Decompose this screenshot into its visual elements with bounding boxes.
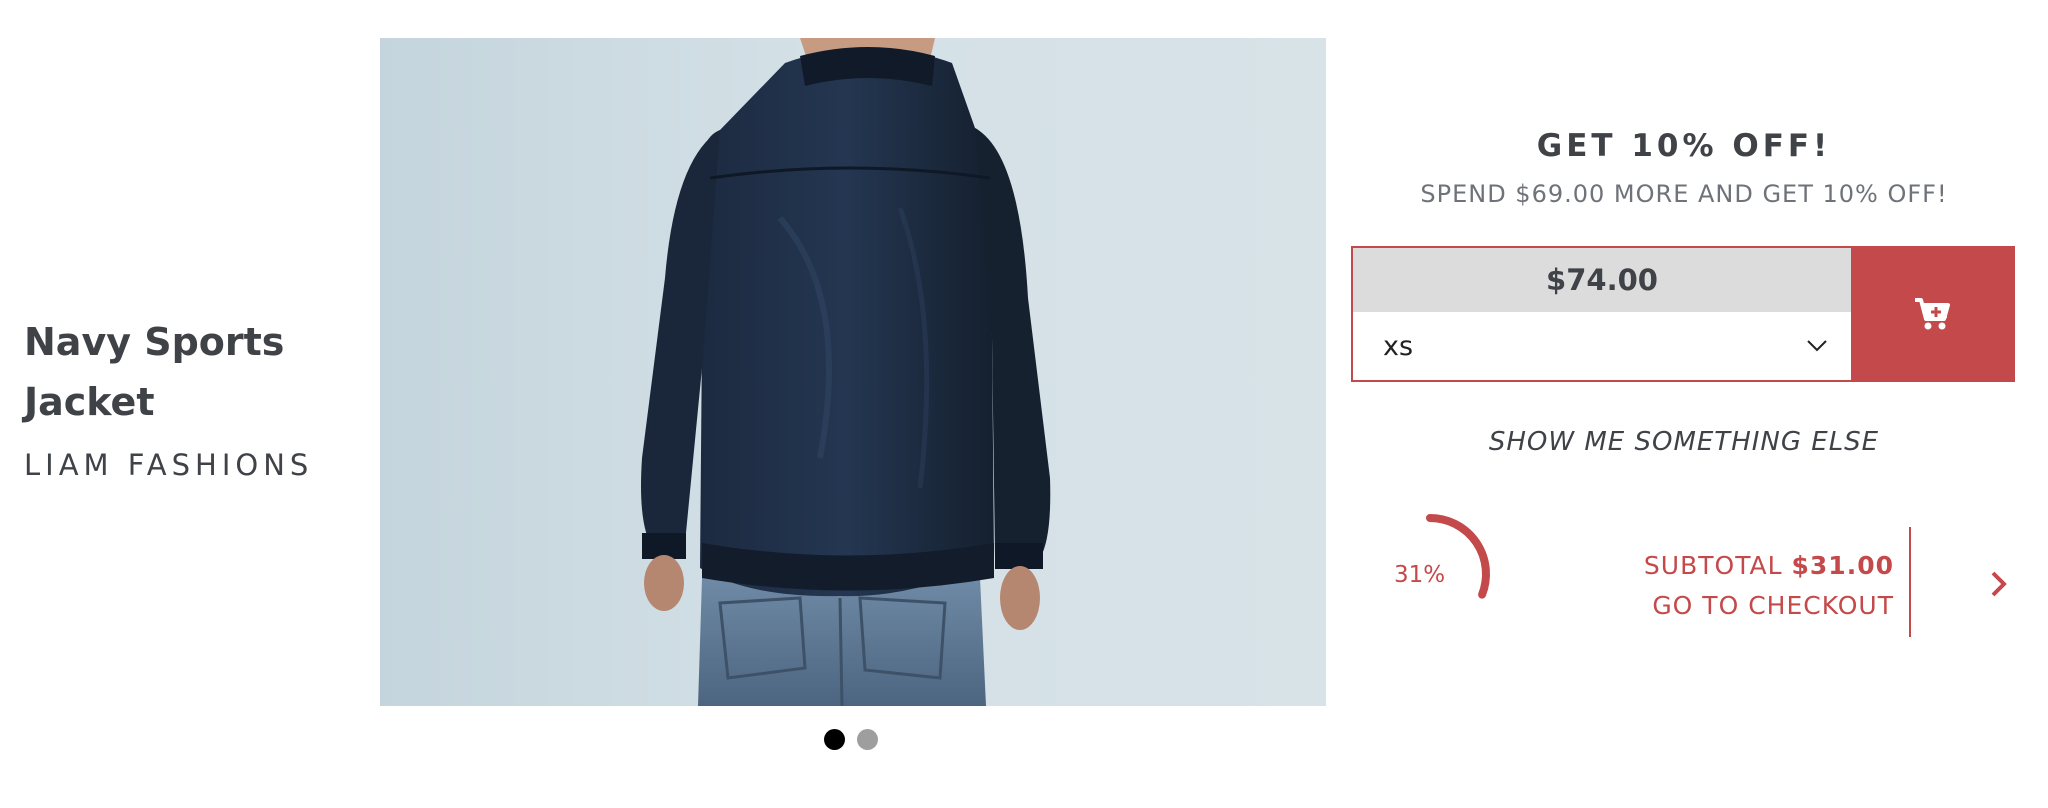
promo-subheading: SPEND $69.00 MORE AND GET 10% OFF! <box>1420 180 1948 208</box>
show-something-else-link[interactable]: SHOW ME SOMETHING ELSE <box>1352 427 2016 457</box>
product-photo <box>641 38 1051 706</box>
subtotal-amount: $31.00 <box>1791 551 1894 580</box>
size-select-value: xs <box>1383 330 1414 362</box>
subtotal-line: SUBTOTAL $31.00 <box>1644 546 1894 586</box>
carousel-dot-2[interactable] <box>857 729 878 750</box>
product-brand: LIAM FASHIONS <box>24 448 314 482</box>
go-to-checkout-link[interactable]: GO TO CHECKOUT <box>1644 586 1894 626</box>
carousel-dot-1[interactable] <box>824 729 845 750</box>
product-title: Navy Sports Jacket <box>24 320 285 424</box>
checkout-divider <box>1909 527 1911 637</box>
carousel-dots <box>824 729 878 750</box>
subtotal-label: SUBTOTAL <box>1643 551 1783 580</box>
progress-label: 31% <box>1394 562 1446 588</box>
price-display: $74.00 <box>1353 248 1851 312</box>
subtotal-block: SUBTOTAL $31.00 GO TO CHECKOUT <box>1644 546 1894 626</box>
product-image-gallery[interactable] <box>380 38 1326 706</box>
product-page: Navy Sports Jacket LIAM FASHIONS GET 10%… <box>0 0 2048 808</box>
add-to-cart-button[interactable] <box>1851 248 2013 380</box>
chevron-right-icon[interactable] <box>1990 570 2008 598</box>
purchase-box: $74.00 xs <box>1351 246 2015 382</box>
purchase-options: $74.00 xs <box>1353 248 1851 380</box>
add-to-cart-icon <box>1915 298 1950 330</box>
discount-progress: 31% <box>1370 500 1510 620</box>
chevron-down-icon <box>1807 340 1827 352</box>
promo-heading: GET 10% OFF! <box>1536 128 1832 164</box>
progress-ring <box>1426 514 1490 599</box>
size-select[interactable]: xs <box>1353 312 1851 380</box>
